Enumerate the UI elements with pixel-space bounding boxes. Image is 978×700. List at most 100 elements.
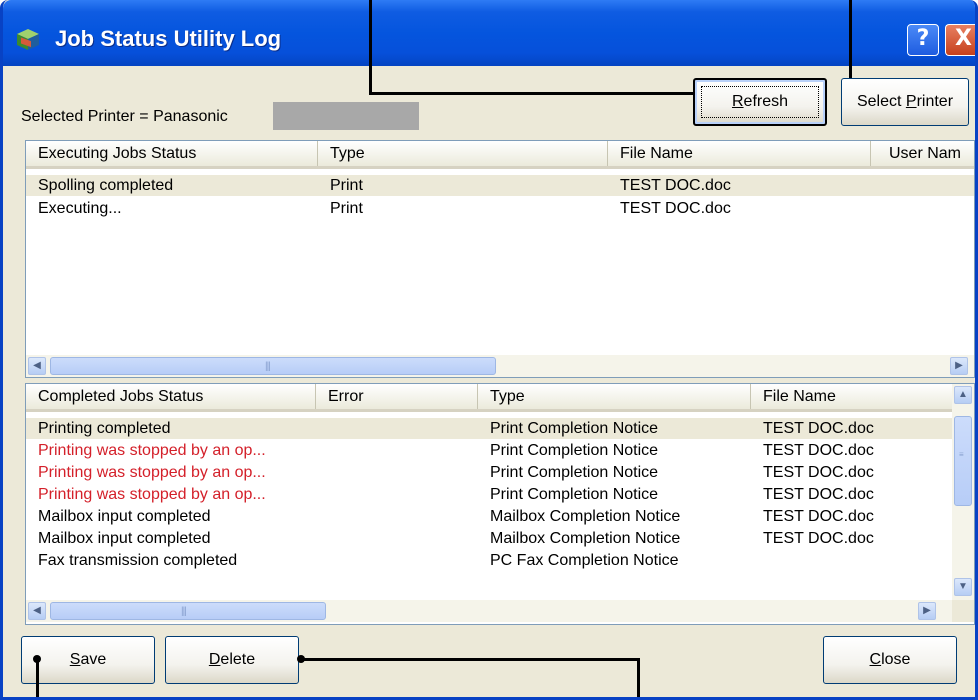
cell-status: Executing... [38, 200, 122, 217]
grip-icon: ||| [181, 606, 187, 617]
cell-error [316, 528, 478, 549]
column-header-completed-status[interactable]: Completed Jobs Status [26, 384, 316, 409]
table-row[interactable]: Mailbox input completed Mailbox Completio… [26, 528, 952, 549]
cell-type: Print Completion Notice [490, 420, 659, 437]
column-header-executing-status[interactable]: Executing Jobs Status [26, 141, 318, 166]
mnemonic: C [869, 651, 882, 668]
chevron-up-icon[interactable]: ▲ [954, 386, 972, 404]
cell-file: TEST DOC.doc [763, 486, 874, 503]
completed-jobs-list[interactable]: Completed Jobs Status Error Type File Na… [25, 383, 975, 625]
cell-file: TEST DOC.doc [763, 464, 874, 481]
title-bar[interactable]: Job Status Utility Log ? X [3, 0, 975, 66]
column-header-file-name[interactable]: File Name [608, 141, 871, 166]
column-header-type[interactable]: Type [318, 141, 608, 166]
completed-horizontal-scrollbar[interactable]: ◀ ||| ▶ [26, 600, 974, 622]
scrollbar-thumb[interactable]: ||| [50, 357, 496, 375]
save-button-label: Save [22, 651, 154, 669]
cell-error [316, 418, 478, 439]
mnemonic: D [208, 651, 221, 668]
executing-jobs-header: Executing Jobs Status Type File Name Use… [26, 141, 974, 169]
cell-error [316, 440, 478, 461]
column-header-error[interactable]: Error [316, 384, 478, 409]
delete-button[interactable]: Delete [165, 636, 299, 684]
cell-error [316, 462, 478, 483]
cell-type: Print [330, 177, 363, 194]
mnemonic: P [905, 93, 917, 110]
completed-jobs-header: Completed Jobs Status Error Type File Na… [26, 384, 954, 412]
cell-file: TEST DOC.doc [763, 442, 874, 459]
callout-line [369, 0, 372, 94]
column-header-user-name[interactable]: User Nam [871, 141, 974, 166]
table-row[interactable]: Executing... Print TEST DOC.doc [26, 198, 974, 219]
table-row[interactable]: Printing was stopped by an op... Print Co… [26, 484, 952, 505]
cell-type: PC Fax Completion Notice [490, 552, 679, 569]
scrollbar-corner [952, 600, 974, 622]
cell-file: TEST DOC.doc [620, 177, 731, 194]
cell-user [871, 198, 971, 219]
table-row[interactable]: Printing completed Print Completion Notic… [26, 418, 952, 439]
selected-printer-label: Selected Printer = Panasonic [21, 108, 228, 125]
cell-file: TEST DOC.doc [763, 420, 874, 437]
executing-horizontal-scrollbar[interactable]: ◀ ||| ▶ [26, 355, 974, 377]
cell-status: Fax transmission completed [38, 552, 238, 569]
cell-type: Print [330, 200, 363, 217]
scrollbar-thumb[interactable]: ≡ [954, 416, 972, 506]
executing-jobs-list[interactable]: Executing Jobs Status Type File Name Use… [25, 140, 975, 378]
window-title: Job Status Utility Log [55, 26, 282, 51]
label-rest: ave [80, 651, 107, 668]
chevron-left-icon[interactable]: ◀ [28, 357, 46, 375]
select-printer-button[interactable]: Select Printer [841, 78, 969, 126]
cell-file: TEST DOC.doc [620, 200, 731, 217]
help-icon[interactable]: ? [907, 24, 939, 56]
cell-error [316, 506, 478, 527]
cell-status: Printing completed [38, 420, 171, 437]
chevron-right-icon[interactable]: ▶ [950, 357, 968, 375]
scrollbar-thumb[interactable]: ||| [50, 602, 326, 620]
job-status-window: Job Status Utility Log ? X Selected Prin… [0, 0, 978, 700]
cell-status: Printing was stopped by an op... [38, 442, 266, 459]
column-header-type[interactable]: Type [478, 384, 751, 409]
label-rest: elete [220, 651, 256, 668]
cell-error [316, 484, 478, 505]
chevron-left-icon[interactable]: ◀ [28, 602, 46, 620]
close-button-label: Close [824, 651, 956, 669]
label-rest: lose [881, 651, 911, 668]
table-row[interactable]: Mailbox input completed Mailbox Completio… [26, 506, 952, 527]
grip-icon: ||| [265, 361, 271, 372]
cell-file: TEST DOC.doc [763, 508, 874, 525]
save-button[interactable]: Save [21, 636, 155, 684]
table-row[interactable]: Fax transmission completed PC Fax Complet… [26, 550, 952, 571]
chevron-down-icon[interactable]: ▼ [954, 578, 972, 596]
redacted-printer-model [273, 102, 419, 130]
cell-status: Mailbox input completed [38, 508, 211, 525]
table-row[interactable]: Spolling completed Print TEST DOC.doc [26, 175, 974, 196]
cell-status: Spolling completed [38, 177, 174, 194]
close-icon[interactable]: X [945, 24, 975, 56]
refresh-button-label: Refresh [695, 93, 825, 111]
cell-file [751, 550, 952, 571]
cell-user [871, 175, 971, 196]
callout-line [637, 658, 640, 697]
cell-status: Mailbox input completed [38, 530, 211, 547]
label-rest: rinter [916, 93, 954, 110]
close-button[interactable]: Close [823, 636, 957, 684]
cell-type: Mailbox Completion Notice [490, 508, 681, 525]
cell-type: Mailbox Completion Notice [490, 530, 681, 547]
cell-error [316, 550, 478, 571]
callout-line [849, 0, 852, 88]
cell-status: Printing was stopped by an op... [38, 464, 266, 481]
refresh-button[interactable]: Refresh [693, 78, 827, 126]
app-icon [17, 29, 39, 50]
chevron-right-icon[interactable]: ▶ [918, 602, 936, 620]
mnemonic: S [69, 651, 81, 668]
completed-vertical-scrollbar[interactable]: ▲ ≡ ▼ [952, 384, 974, 600]
callout-line [36, 659, 39, 697]
callout-line [369, 92, 697, 95]
table-row[interactable]: Printing was stopped by an op... Print Co… [26, 440, 952, 461]
column-header-file-name[interactable]: File Name [751, 384, 954, 409]
table-row[interactable]: Printing was stopped by an op... Print Co… [26, 462, 952, 483]
cell-type: Print Completion Notice [490, 464, 659, 481]
mnemonic: R [731, 93, 744, 110]
grip-icon: ≡ [959, 450, 964, 459]
cell-type: Print Completion Notice [490, 442, 659, 459]
